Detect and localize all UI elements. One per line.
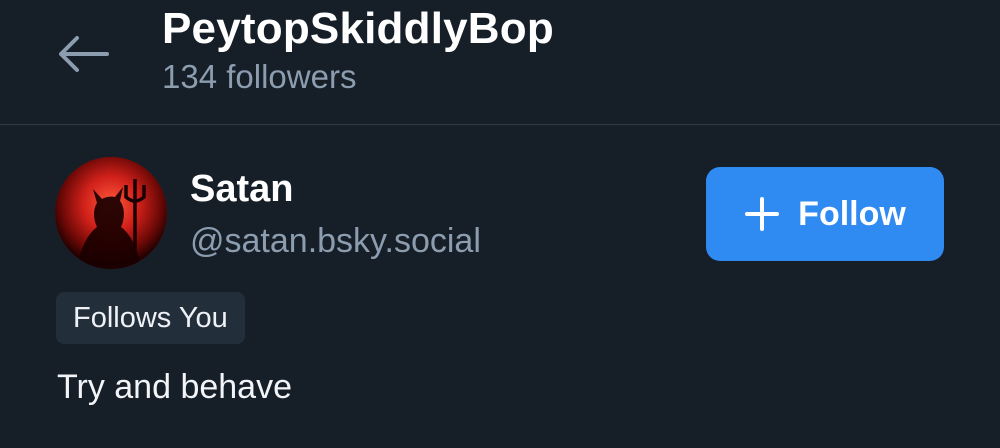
back-button[interactable] bbox=[50, 26, 116, 82]
plus-icon bbox=[745, 197, 780, 231]
profile-bio: Try and behave bbox=[57, 368, 292, 406]
follows-you-badge: Follows You bbox=[56, 292, 245, 344]
display-name[interactable]: Satan bbox=[190, 168, 293, 211]
devil-avatar-image bbox=[55, 157, 167, 269]
user-handle[interactable]: @satan.bsky.social bbox=[190, 222, 481, 261]
follow-button-label: Follow bbox=[798, 194, 906, 233]
header: PeytopSkiddlyBop 134 followers bbox=[0, 0, 1000, 125]
avatar[interactable] bbox=[55, 157, 167, 269]
follow-button[interactable]: Follow bbox=[706, 167, 944, 261]
page-title: PeytopSkiddlyBop bbox=[162, 4, 554, 53]
followers-count[interactable]: 134 followers bbox=[162, 58, 356, 96]
arrow-left-icon bbox=[59, 36, 109, 72]
